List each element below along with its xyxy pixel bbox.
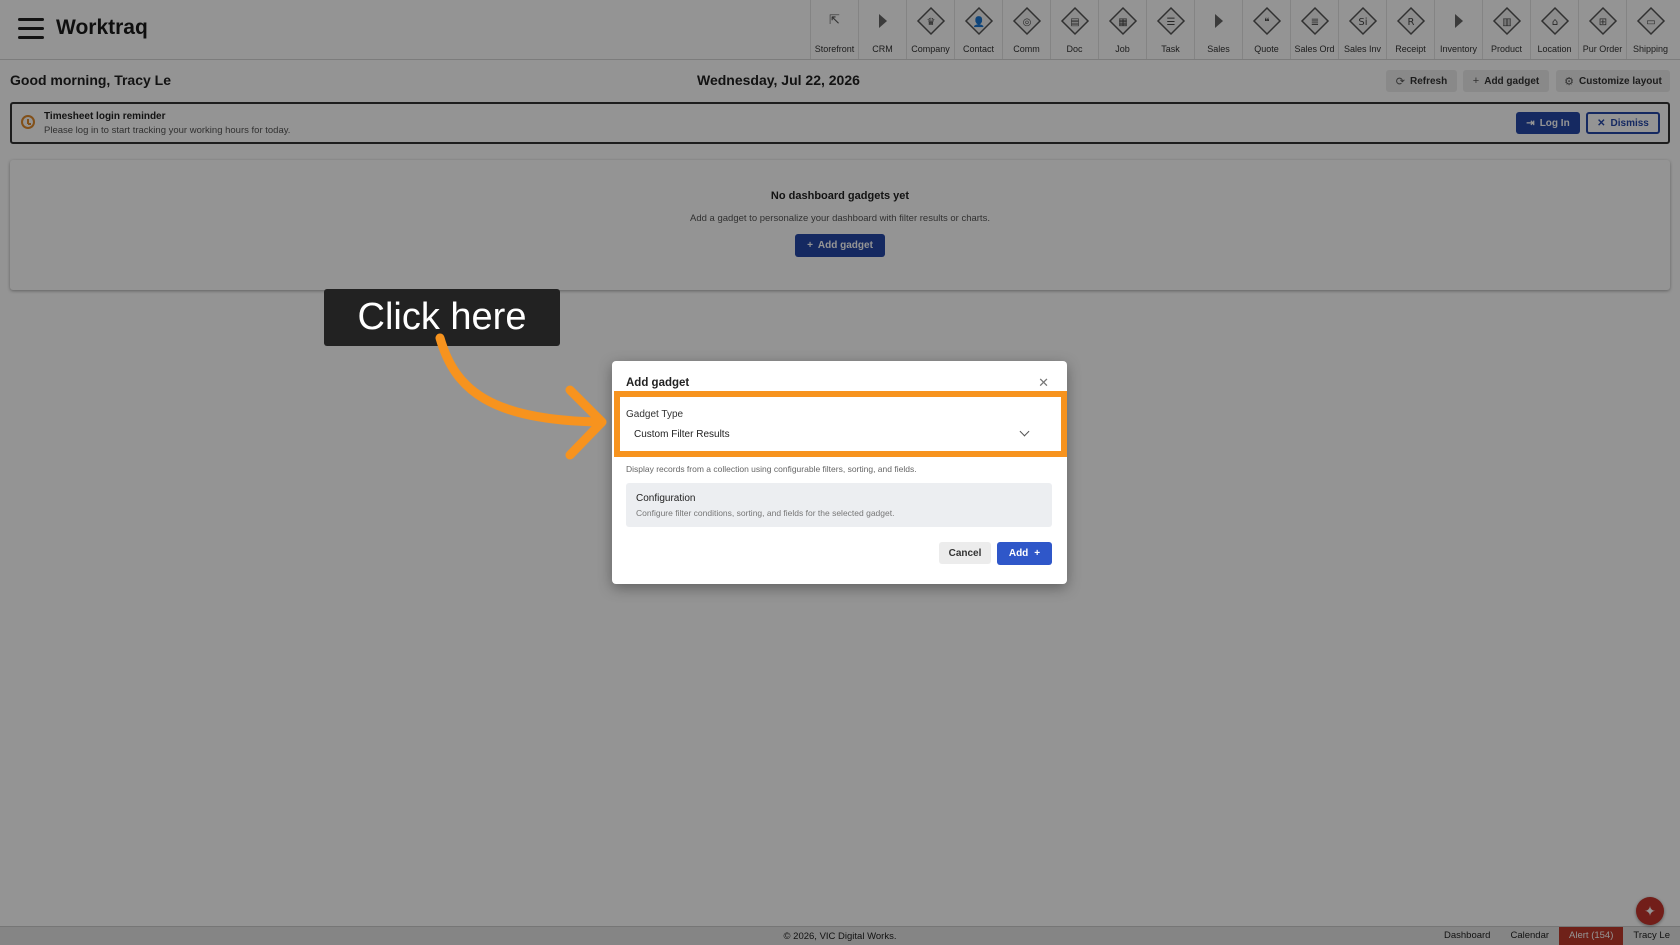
- configuration-text: Configure filter conditions, sorting, an…: [636, 508, 895, 518]
- tutorial-arrow-icon: [435, 333, 607, 460]
- plus-icon: +: [1034, 548, 1041, 559]
- tutorial-highlight-box: [614, 391, 1067, 457]
- configuration-title: Configuration: [636, 493, 696, 504]
- configuration-panel: Configuration Configure filter condition…: [626, 483, 1052, 527]
- gadget-type-description: Display records from a collection using …: [626, 464, 917, 474]
- add-button[interactable]: Add +: [997, 542, 1052, 565]
- cancel-button[interactable]: Cancel: [939, 542, 991, 564]
- close-icon[interactable]: ✕: [1038, 375, 1049, 391]
- add-button-label: Add: [1008, 548, 1029, 559]
- dialog-title: Add gadget: [626, 377, 690, 389]
